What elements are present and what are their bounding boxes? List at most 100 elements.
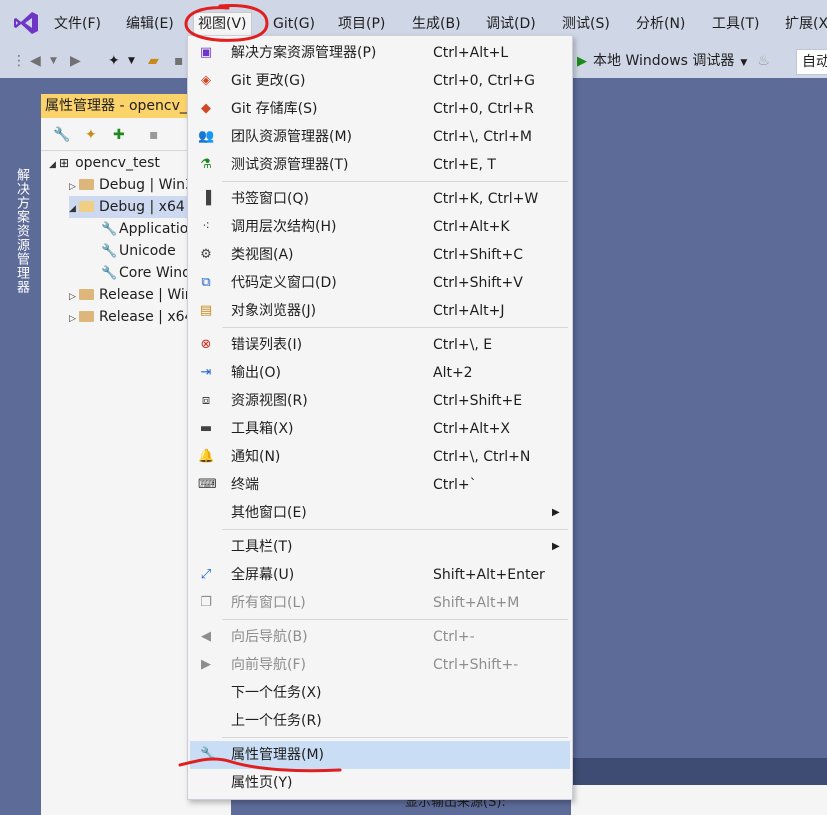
new-item-dropdown-icon[interactable]: ▼ <box>128 53 135 69</box>
collapsed-triangle-icon: ▷ <box>69 182 76 192</box>
fullscreen-icon: ⤢ <box>200 567 212 582</box>
toolbar-grip-icon: ⋮ <box>12 53 26 69</box>
menu-build[interactable]: 生成(B) <box>412 13 461 35</box>
property-sheet-wrench-icon: 🔧 <box>101 222 118 237</box>
folder-icon <box>79 311 94 322</box>
menu-item-call-hierarchy[interactable]: ⁖ 调用层次结构(H) Ctrl+Alt+K <box>188 213 572 241</box>
add-new-property-sheet-icon[interactable]: ✦ <box>85 127 97 143</box>
menu-item-resource-view[interactable]: ⧈ 资源视图(R) Ctrl+Shift+E <box>188 387 572 415</box>
terminal-icon: ⌨ <box>198 477 217 492</box>
class-view-icon: ⚙ <box>200 247 212 262</box>
test-explorer-icon: ⚗ <box>200 157 212 172</box>
menu-item-error-list[interactable]: ⊗ 错误列表(I) Ctrl+\, E <box>188 331 572 359</box>
back-dropdown-icon[interactable]: ▼ <box>50 53 57 69</box>
code-definition-icon: ⧉ <box>201 275 211 290</box>
property-manager-wrench-icon: 🔧 <box>200 747 217 762</box>
expanded-triangle-icon: ◢ <box>69 204 76 214</box>
menu-item-next-task[interactable]: 下一个任务(X) <box>188 679 572 707</box>
output-panel-header <box>571 758 827 785</box>
call-hierarchy-icon: ⁖ <box>202 219 210 234</box>
debugger-dropdown-icon: ▼ <box>740 58 748 68</box>
navigate-forward-icon: ▶ <box>201 657 211 672</box>
menu-separator <box>222 619 568 620</box>
team-explorer-icon: 👥 <box>198 129 215 144</box>
menu-item-toolbars[interactable]: 工具栏(T) ▶ <box>188 533 572 561</box>
menu-item-full-screen[interactable]: ⤢ 全屏幕(U) Shift+Alt+Enter <box>188 561 572 589</box>
property-sheet-wrench-icon: 🔧 <box>101 266 118 281</box>
menu-separator <box>222 181 568 182</box>
resource-view-icon: ⧈ <box>201 393 211 408</box>
error-list-icon: ⊗ <box>200 337 212 352</box>
menu-item-git-changes[interactable]: ◈ Git 更改(G) Ctrl+0, Ctrl+G <box>188 67 572 95</box>
property-sheet-wrench-icon: 🔧 <box>101 244 118 259</box>
properties-wrench-icon[interactable]: 🔧 <box>53 127 70 143</box>
submenu-arrow-icon: ▶ <box>552 507 560 518</box>
folder-icon <box>79 179 94 190</box>
side-tab-strip: 解决方案资源管理器 <box>0 78 41 815</box>
submenu-arrow-icon: ▶ <box>552 541 560 552</box>
visual-studio-logo-icon[interactable] <box>12 9 40 37</box>
menu-debug[interactable]: 调试(D) <box>486 13 536 35</box>
notification-bell-icon: 🔔 <box>198 449 215 464</box>
menu-item-property-manager[interactable]: 🔧 属性管理器(M) <box>190 741 570 769</box>
menu-separator <box>222 327 568 328</box>
menu-item-bookmarks[interactable]: ▐ 书签窗口(Q) Ctrl+K, Ctrl+W <box>188 185 572 213</box>
git-repository-icon: ◆ <box>201 101 211 116</box>
output-icon: ⇥ <box>200 365 212 380</box>
open-folder-icon[interactable]: ▰ <box>148 53 159 69</box>
menu-tools[interactable]: 工具(T) <box>712 13 759 35</box>
menu-item-toolbox[interactable]: ▬ 工具箱(X) Ctrl+Alt+X <box>188 415 572 443</box>
collapsed-triangle-icon: ▷ <box>69 292 76 302</box>
menu-extensions[interactable]: 扩展(X <box>785 13 827 35</box>
menu-item-terminal[interactable]: ⌨ 终端 Ctrl+` <box>188 471 572 499</box>
bookmark-icon: ▐ <box>201 191 211 206</box>
new-item-icon[interactable]: ✦ <box>108 53 120 69</box>
menu-item-other-windows[interactable]: 其他窗口(E) ▶ <box>188 499 572 527</box>
menu-item-notifications[interactable]: 🔔 通知(N) Ctrl+\, Ctrl+N <box>188 443 572 471</box>
folder-icon <box>79 289 94 300</box>
menu-item-navigate-backward[interactable]: ◀ 向后导航(B) Ctrl+- <box>188 623 572 651</box>
solution-explorer-icon: ▣ <box>199 45 213 60</box>
back-circle-icon[interactable]: ◀ <box>30 53 41 69</box>
view-menu-dropdown: ▣ 解决方案资源管理器(P) Ctrl+Alt+L ◈ Git 更改(G) Ct… <box>187 35 573 800</box>
menu-item-property-pages[interactable]: 属性页(Y) <box>188 769 572 797</box>
menu-file[interactable]: 文件(F) <box>54 13 101 35</box>
output-panel-body <box>571 785 827 815</box>
expanded-triangle-icon: ◢ <box>49 160 56 170</box>
menu-item-code-definition[interactable]: ⧉ 代码定义窗口(D) Ctrl+Shift+V <box>188 269 572 297</box>
menu-item-class-view[interactable]: ⚙ 类视图(A) Ctrl+Shift+C <box>188 241 572 269</box>
play-icon: ▶ <box>577 54 587 69</box>
menu-view[interactable]: 视图(V) <box>193 12 252 35</box>
solution-explorer-side-tab[interactable]: 解决方案资源管理器 <box>9 168 31 294</box>
all-windows-icon: ❐ <box>200 595 212 610</box>
toolbox-icon: ▬ <box>199 421 213 436</box>
save-icon[interactable]: ▪ <box>174 53 184 69</box>
project-icon: ⊞ <box>59 156 70 170</box>
menu-analyze[interactable]: 分析(N) <box>636 13 685 35</box>
save-icon[interactable]: ▪ <box>149 127 159 143</box>
add-existing-property-sheet-icon[interactable]: ✚ <box>113 127 125 143</box>
config-dropdown[interactable]: 自动 <box>796 49 827 75</box>
menu-git[interactable]: Git(G) <box>273 13 315 35</box>
git-changes-icon: ◈ <box>201 73 211 88</box>
menu-item-test-explorer[interactable]: ⚗ 测试资源管理器(T) Ctrl+E, T <box>188 151 572 179</box>
start-debugger-button[interactable]: ▶ 本地 Windows 调试器 ▼ ♨ <box>577 50 770 72</box>
collapsed-triangle-icon: ▷ <box>69 314 76 324</box>
menu-item-git-repository[interactable]: ◆ Git 存储库(S) Ctrl+0, Ctrl+R <box>188 95 572 123</box>
menu-separator <box>222 529 568 530</box>
menu-item-team-explorer[interactable]: 👥 团队资源管理器(M) Ctrl+\, Ctrl+M <box>188 123 572 151</box>
menu-test[interactable]: 测试(S) <box>562 13 610 35</box>
menu-item-output[interactable]: ⇥ 输出(O) Alt+2 <box>188 359 572 387</box>
folder-open-icon <box>79 201 94 212</box>
menu-item-object-browser[interactable]: ▤ 对象浏览器(J) Ctrl+Alt+J <box>188 297 572 325</box>
menu-item-previous-task[interactable]: 上一个任务(R) <box>188 707 572 735</box>
hot-reload-flame-icon: ♨ <box>757 53 770 69</box>
menu-item-solution-explorer[interactable]: ▣ 解决方案资源管理器(P) Ctrl+Alt+L <box>188 39 572 67</box>
menu-separator <box>222 737 568 738</box>
navigate-back-icon: ◀ <box>201 629 211 644</box>
menu-item-all-windows[interactable]: ❐ 所有窗口(L) Shift+Alt+M <box>188 589 572 617</box>
forward-circle-icon[interactable]: ▶ <box>70 53 81 69</box>
menu-edit[interactable]: 编辑(E) <box>126 13 174 35</box>
menu-project[interactable]: 项目(P) <box>338 13 385 35</box>
menu-item-navigate-forward[interactable]: ▶ 向前导航(F) Ctrl+Shift+- <box>188 651 572 679</box>
